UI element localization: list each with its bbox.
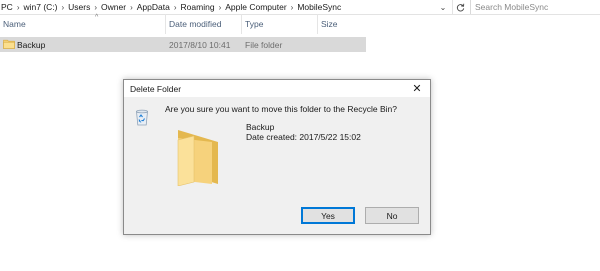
- address-bar: PC › win7 (C:) › Users › Owner › AppData…: [0, 0, 600, 15]
- breadcrumb-separator-icon[interactable]: ›: [288, 3, 297, 12]
- breadcrumb-users[interactable]: Users: [67, 2, 91, 12]
- no-button[interactable]: No: [365, 207, 419, 224]
- large-folder-icon: [177, 130, 218, 186]
- delete-folder-dialog: Delete Folder ✕ Are you sure you want to…: [123, 79, 431, 235]
- file-date-modified: 2017/8/10 10:41: [169, 39, 231, 50]
- refresh-icon[interactable]: [452, 0, 467, 14]
- breadcrumb-owner[interactable]: Owner: [100, 2, 127, 12]
- breadcrumb-pc[interactable]: PC: [0, 2, 14, 12]
- close-icon[interactable]: ✕: [406, 80, 428, 97]
- dialog-item-name: Backup: [246, 122, 275, 132]
- refresh-icon-svg: [456, 3, 464, 11]
- chevron-down-icon[interactable]: ⌄: [436, 0, 450, 14]
- dialog-question: Are you sure you want to move this folde…: [165, 104, 397, 114]
- yes-button[interactable]: Yes: [301, 207, 355, 224]
- dialog-item-date-created: Date created: 2017/5/22 15:02: [246, 132, 361, 142]
- column-header-row: ^ Name Date modified Type Size: [0, 14, 370, 34]
- column-header-size[interactable]: Size: [317, 14, 367, 34]
- breadcrumb-appdata[interactable]: AppData: [136, 2, 171, 12]
- breadcrumb-separator-icon[interactable]: ›: [171, 3, 180, 12]
- breadcrumb-separator-icon[interactable]: ›: [91, 3, 100, 12]
- breadcrumb-separator-icon[interactable]: ›: [14, 3, 23, 12]
- column-header-name[interactable]: Name: [0, 14, 165, 34]
- folder-icon: [3, 39, 15, 49]
- file-row[interactable]: Backup 2017/8/10 10:41 File folder: [0, 37, 366, 52]
- column-header-date-modified[interactable]: Date modified: [165, 14, 241, 34]
- breadcrumb-apple-computer[interactable]: Apple Computer: [224, 2, 287, 12]
- breadcrumb-roaming[interactable]: Roaming: [180, 2, 216, 12]
- dialog-title: Delete Folder: [130, 83, 182, 94]
- recycle-bin-icon: [136, 109, 148, 126]
- column-header-type[interactable]: Type: [241, 14, 317, 34]
- search-input[interactable]: [471, 2, 585, 12]
- file-name: Backup: [17, 39, 46, 50]
- breadcrumb-separator-icon[interactable]: ›: [59, 3, 68, 12]
- breadcrumb-separator-icon[interactable]: ›: [216, 3, 225, 12]
- dialog-titlebar: Delete Folder ✕: [124, 80, 430, 97]
- breadcrumb-drive[interactable]: win7 (C:): [22, 2, 58, 12]
- search-box: [470, 0, 600, 14]
- breadcrumb-separator-icon[interactable]: ›: [127, 3, 136, 12]
- breadcrumb-mobilesync[interactable]: MobileSync: [296, 2, 342, 12]
- file-type: File folder: [245, 39, 283, 50]
- breadcrumb: PC › win7 (C:) › Users › Owner › AppData…: [0, 0, 342, 14]
